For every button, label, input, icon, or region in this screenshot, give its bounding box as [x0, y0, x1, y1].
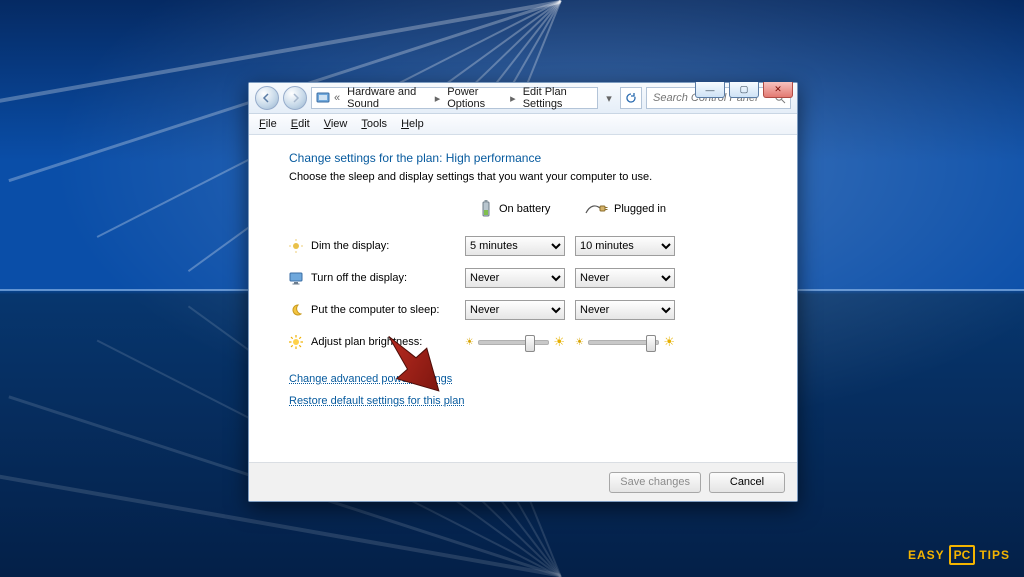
- logo-post: TIPS: [979, 548, 1010, 562]
- link-restore-defaults[interactable]: Restore default settings for this plan: [289, 395, 464, 407]
- close-button[interactable]: ✕: [763, 82, 793, 98]
- window-caption-buttons: — ▢ ✕: [695, 82, 793, 98]
- page-subtitle: Choose the sleep and display settings th…: [289, 171, 757, 183]
- dim-icon: [289, 239, 303, 253]
- plug-icon: [584, 202, 608, 216]
- brightness-plugged-slider[interactable]: ☀ ☀: [575, 334, 675, 350]
- row-off-display: Turn off the display: Never Never: [289, 265, 757, 291]
- sun-min-icon: ☀: [465, 337, 474, 348]
- breadcrumb[interactable]: « Hardware and Sound ▸ Power Options ▸ E…: [311, 87, 598, 109]
- menu-view[interactable]: View: [318, 116, 354, 132]
- cancel-button[interactable]: Cancel: [709, 472, 785, 493]
- col-plugged-label: Plugged in: [614, 203, 666, 215]
- sun-min-icon: ☀: [575, 337, 584, 348]
- sun-max-icon: ☀: [553, 334, 565, 350]
- minimize-button[interactable]: —: [695, 82, 725, 98]
- battery-icon: [479, 199, 493, 219]
- menu-bar: File Edit View Tools Help: [249, 114, 797, 135]
- back-button[interactable]: [255, 86, 279, 110]
- control-panel-window: — ▢ ✕ « Hardware and Sound ▸ Power Optio…: [248, 82, 798, 502]
- sleep-battery-select[interactable]: Never: [465, 300, 565, 320]
- logo-pre: EASY: [908, 548, 945, 562]
- brightness-battery-slider[interactable]: ☀ ☀: [465, 334, 565, 350]
- footer-bar: Save changes Cancel: [249, 462, 797, 501]
- content-area: Change settings for the plan: High perfo…: [249, 135, 797, 462]
- page-title: Change settings for the plan: High perfo…: [289, 151, 757, 165]
- maximize-button[interactable]: ▢: [729, 82, 759, 98]
- sleep-plugged-select[interactable]: Never: [575, 300, 675, 320]
- row-brightness: Adjust plan brightness: ☀ ☀ ☀ ☀: [289, 329, 757, 355]
- dim-battery-select[interactable]: 5 minutes: [465, 236, 565, 256]
- sun-max-icon: ☀: [663, 334, 675, 350]
- dim-plugged-select[interactable]: 10 minutes: [575, 236, 675, 256]
- logo-mid: PC: [949, 545, 976, 565]
- breadcrumb-edit-plan[interactable]: Edit Plan Settings: [520, 86, 593, 110]
- dim-label: Dim the display:: [311, 240, 389, 252]
- menu-tools[interactable]: Tools: [355, 116, 393, 132]
- breadcrumb-power-options[interactable]: Power Options: [444, 86, 506, 110]
- desktop-background: — ▢ ✕ « Hardware and Sound ▸ Power Optio…: [0, 0, 1024, 577]
- row-sleep: Put the computer to sleep: Never Never: [289, 297, 757, 323]
- row-dim-display: Dim the display: 5 minutes 10 minutes: [289, 233, 757, 259]
- refresh-button[interactable]: [620, 87, 642, 109]
- monitor-icon: [289, 271, 303, 285]
- col-battery-label: On battery: [499, 203, 550, 215]
- off-battery-select[interactable]: Never: [465, 268, 565, 288]
- column-headers: On battery Plugged in: [479, 199, 757, 219]
- breadcrumb-hardware-sound[interactable]: Hardware and Sound: [344, 86, 431, 110]
- control-panel-icon: [316, 91, 330, 105]
- off-label: Turn off the display:: [311, 272, 407, 284]
- link-advanced-settings[interactable]: Change advanced power settings: [289, 373, 452, 385]
- sleep-label: Put the computer to sleep:: [311, 304, 439, 316]
- breadcrumb-dropdown[interactable]: ▾: [602, 92, 616, 105]
- brightness-label: Adjust plan brightness:: [311, 336, 422, 348]
- save-button[interactable]: Save changes: [609, 472, 701, 493]
- menu-edit[interactable]: Edit: [285, 116, 316, 132]
- sleep-icon: [289, 303, 303, 317]
- menu-help[interactable]: Help: [395, 116, 430, 132]
- brightness-icon: [289, 335, 303, 349]
- off-plugged-select[interactable]: Never: [575, 268, 675, 288]
- forward-button[interactable]: [283, 86, 307, 110]
- watermark-logo: EASY PC TIPS: [908, 545, 1010, 565]
- menu-file[interactable]: File: [253, 116, 283, 132]
